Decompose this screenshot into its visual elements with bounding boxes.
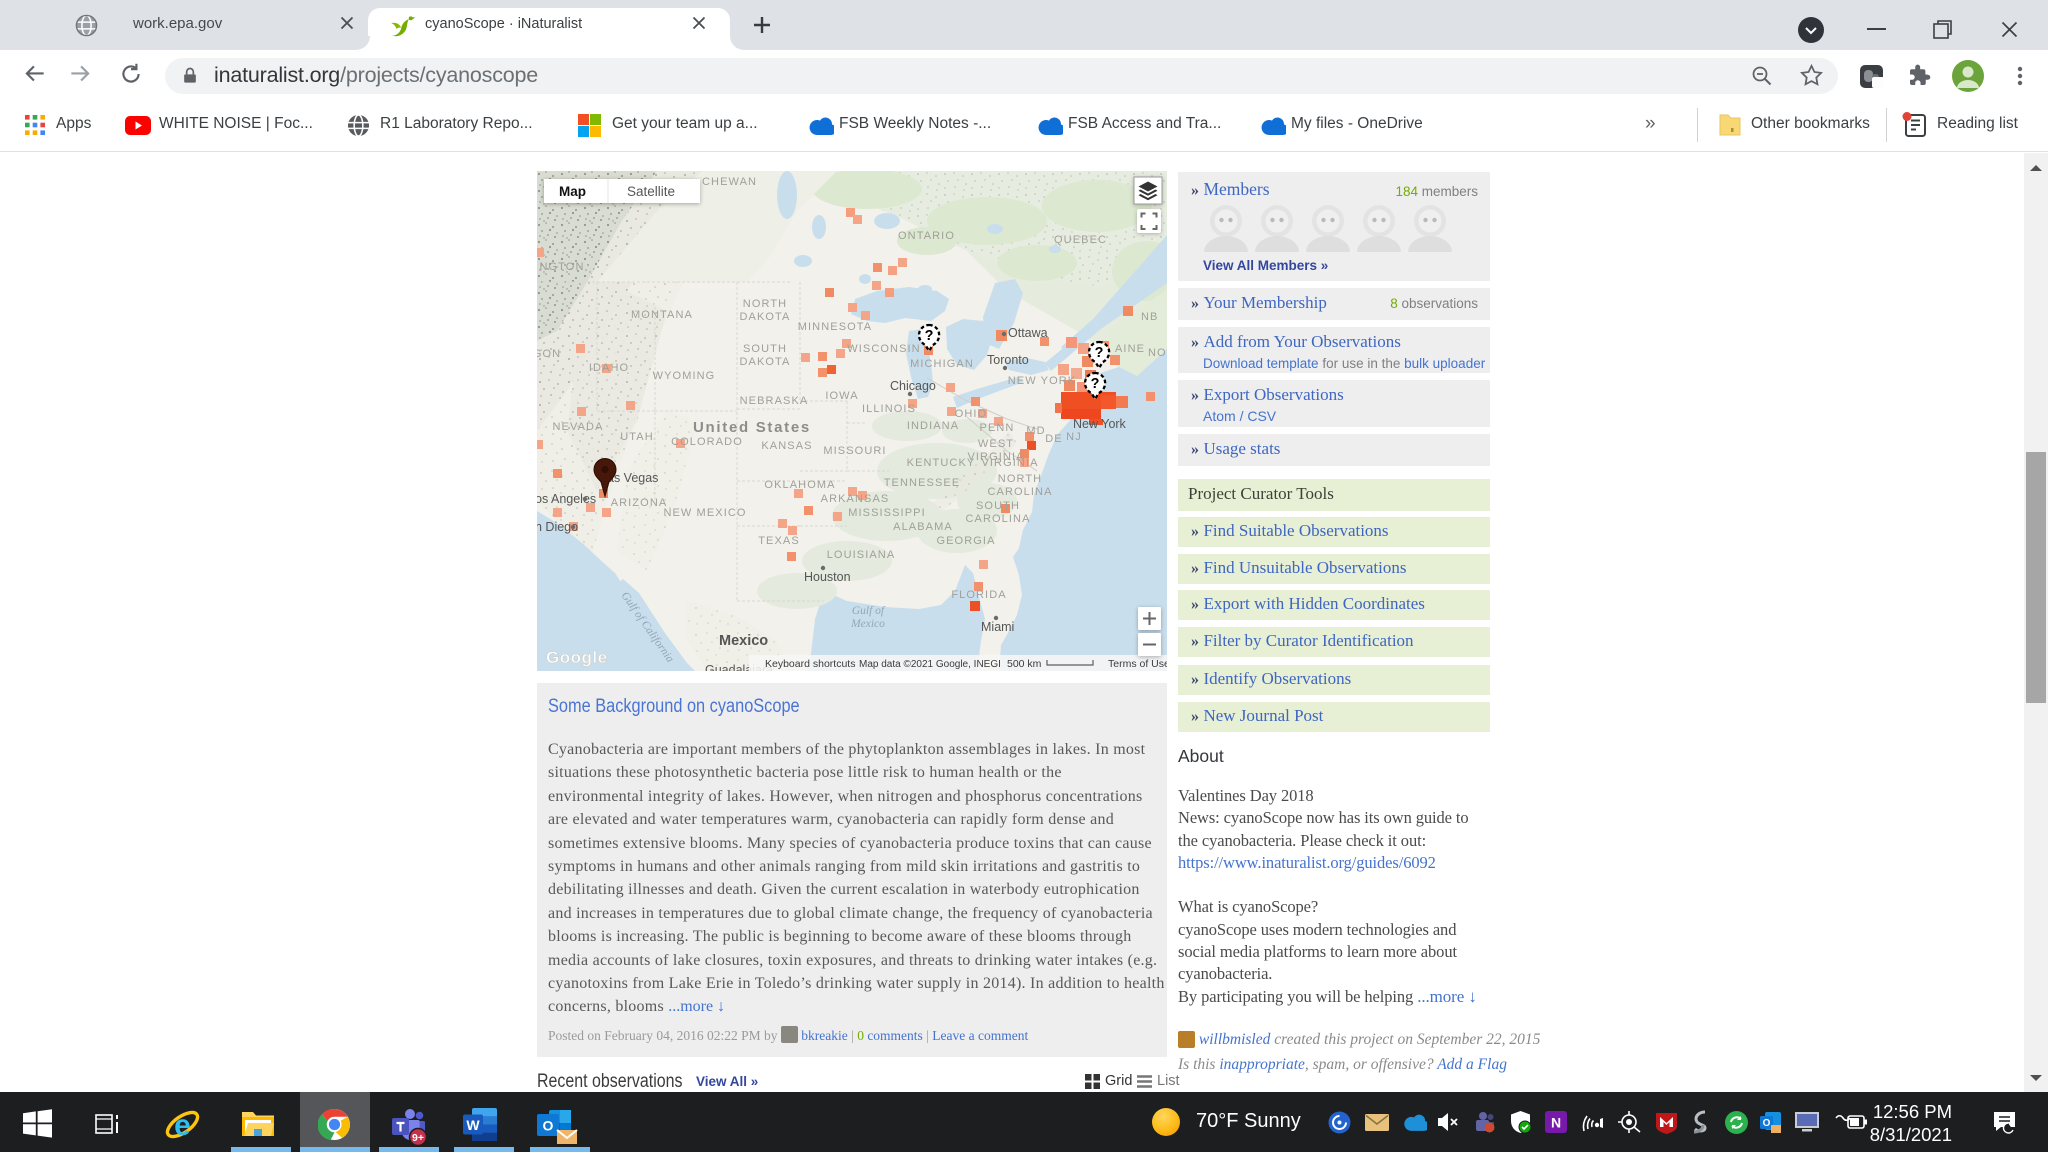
svg-text:KENTUCKY: KENTUCKY	[907, 457, 976, 469]
svg-text:Map: Map	[559, 184, 586, 199]
svg-text:MINNESOTA: MINNESOTA	[798, 321, 872, 333]
svg-text:TEXAS: TEXAS	[758, 535, 800, 547]
svg-text:DAKOTA: DAKOTA	[739, 356, 790, 368]
svg-text:?: ?	[1091, 376, 1100, 392]
svg-text:os Angeles: os Angeles	[537, 492, 596, 506]
svg-text:NEBRASKA: NEBRASKA	[740, 395, 809, 407]
svg-text:ONTARIO: ONTARIO	[898, 230, 955, 242]
svg-text:ARKANSAS: ARKANSAS	[821, 493, 890, 505]
svg-text:?: ?	[1095, 345, 1104, 361]
svg-text:500 km: 500 km	[1007, 658, 1042, 670]
svg-text:LOUISIANA: LOUISIANA	[827, 549, 896, 561]
svg-text:MONTANA: MONTANA	[631, 309, 693, 321]
svg-text:NOV: NOV	[1148, 347, 1167, 359]
svg-text:NEW YORK: NEW YORK	[1008, 375, 1077, 387]
svg-text:Map data ©2021 Google, INEGI: Map data ©2021 Google, INEGI	[859, 659, 1001, 670]
svg-text:GEORGIA: GEORGIA	[936, 535, 995, 547]
svg-text:WYOMING: WYOMING	[653, 370, 716, 382]
svg-text:CHEWAN: CHEWAN	[702, 176, 757, 188]
svg-text:Chicago: Chicago	[890, 379, 936, 393]
svg-text:DAKOTA: DAKOTA	[739, 311, 790, 323]
svg-text:WISCONSIN: WISCONSIN	[847, 343, 920, 355]
svg-text:Miami: Miami	[981, 620, 1014, 634]
svg-text:ILLINOIS: ILLINOIS	[862, 403, 916, 415]
svg-text:Gulf of: Gulf of	[852, 605, 886, 617]
svg-text:NEW MEXICO: NEW MEXICO	[663, 507, 746, 519]
svg-text:SOUTH: SOUTH	[976, 500, 1020, 512]
svg-text:IOWA: IOWA	[825, 390, 858, 402]
svg-text:DE: DE	[1045, 433, 1062, 445]
svg-text:NGTON: NGTON	[539, 261, 584, 273]
svg-text:MICHIGAN: MICHIGAN	[910, 358, 974, 370]
svg-text:W: W	[466, 1117, 480, 1133]
svg-text:COLORADO: COLORADO	[671, 436, 743, 448]
svg-text:FLORIDA: FLORIDA	[951, 589, 1006, 601]
svg-text:AINE: AINE	[1115, 343, 1145, 355]
svg-text:MD: MD	[1026, 425, 1045, 437]
svg-text:Keyboard shortcuts: Keyboard shortcuts	[765, 658, 855, 670]
svg-text:PENN: PENN	[980, 422, 1015, 434]
svg-text:NORTH: NORTH	[743, 298, 787, 310]
svg-text:Houston: Houston	[804, 570, 851, 584]
svg-text:INDIANA: INDIANA	[907, 420, 959, 432]
svg-text:New York: New York	[1073, 417, 1127, 431]
svg-text:Satellite: Satellite	[627, 184, 675, 199]
svg-text:IDAHO: IDAHO	[589, 362, 629, 374]
svg-text:OKLAHOMA: OKLAHOMA	[764, 479, 835, 491]
svg-text:SOUTH: SOUTH	[743, 343, 787, 355]
svg-text:MISSISSIPPI: MISSISSIPPI	[848, 507, 926, 519]
svg-text:United States: United States	[693, 419, 811, 436]
svg-text:NJ: NJ	[1066, 431, 1082, 443]
svg-text:e: e	[174, 1109, 191, 1142]
svg-text:NB: NB	[1141, 311, 1158, 323]
svg-text:OHIO: OHIO	[955, 408, 988, 420]
svg-text:?: ?	[925, 328, 934, 344]
svg-text:Google: Google	[546, 648, 608, 667]
svg-text:Mexico: Mexico	[850, 618, 885, 630]
svg-text:MISSOURI: MISSOURI	[823, 445, 886, 457]
svg-text:GON: GON	[537, 348, 561, 360]
svg-text:CAROLINA: CAROLINA	[965, 513, 1030, 525]
svg-text:KANSAS: KANSAS	[761, 440, 812, 452]
svg-text:UTAH: UTAH	[620, 431, 654, 443]
svg-text:Ottawa: Ottawa	[1008, 326, 1048, 340]
svg-text:NORTH: NORTH	[998, 473, 1042, 485]
svg-text:WEST: WEST	[978, 438, 1014, 450]
svg-text:CAROLINA: CAROLINA	[987, 486, 1052, 498]
svg-text:Toronto: Toronto	[987, 353, 1029, 367]
svg-text:QUEBEC: QUEBEC	[1054, 234, 1107, 246]
svg-text:ARIZONA: ARIZONA	[611, 497, 668, 509]
svg-text:Mexico: Mexico	[719, 633, 768, 649]
svg-text:Terms of Use: Terms of Use	[1108, 658, 1167, 670]
svg-text:N: N	[1551, 1115, 1561, 1131]
svg-text:O: O	[1763, 1118, 1771, 1129]
svg-text:9+: 9+	[412, 1132, 424, 1144]
svg-text:NEVADA: NEVADA	[552, 421, 603, 433]
svg-text:VIRGINIA: VIRGINIA	[981, 457, 1038, 469]
svg-text:ALABAMA: ALABAMA	[893, 521, 953, 533]
svg-text:TENNESSEE: TENNESSEE	[884, 477, 961, 489]
svg-text:O: O	[543, 1118, 554, 1134]
